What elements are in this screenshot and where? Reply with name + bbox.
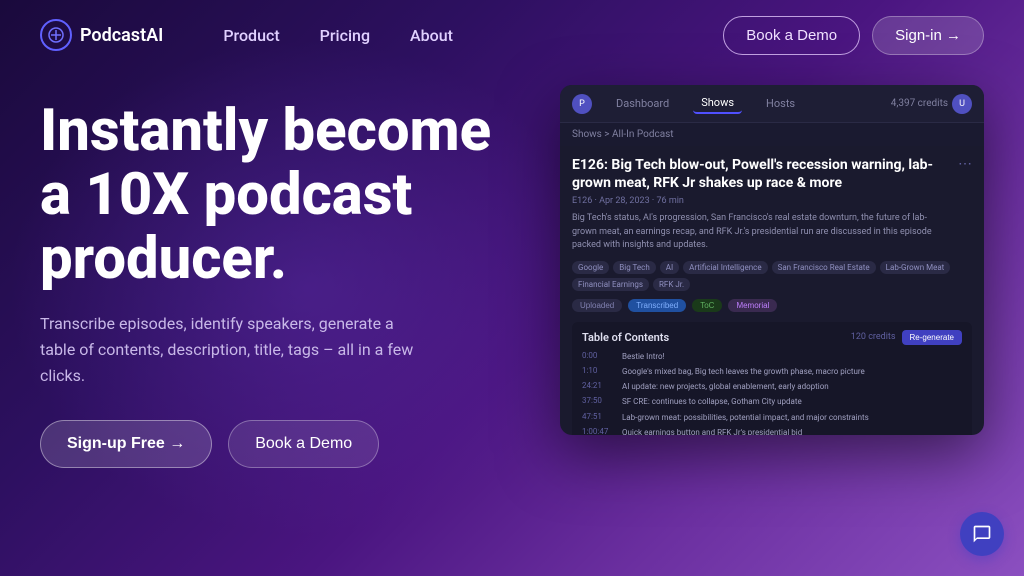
tag-artificial-intelligence: Artificial Intelligence [683,261,767,274]
toc-item-2: 1:10 Google's mixed bag, Big tech leaves… [582,366,962,377]
nav-book-demo-button[interactable]: Book a Demo [723,16,860,55]
toc-item-1: 0:00 Bestie Intro! [582,351,962,362]
nav-pricing[interactable]: Pricing [320,26,370,45]
hero-actions: Sign-up Free → Book a Demo [40,420,520,468]
hero-section: Instantly become a 10X podcast producer.… [40,90,520,468]
app-content: E126: Big Tech blow-out, Powell's recess… [560,146,984,435]
status-toc-button[interactable]: ToC [692,299,722,312]
episode-meta: E126 · Apr 28, 2023 · 76 min [572,196,950,206]
nav-product[interactable]: Product [223,26,279,45]
toc-meta: 120 credits Re-generate [851,330,962,345]
toc-items: 0:00 Bestie Intro! 1:10 Google's mixed b… [582,351,962,435]
logo-icon [40,19,72,51]
status-memorial-button[interactable]: Memorial [728,299,777,312]
app-topbar: P Dashboard Shows Hosts 4,397 credits U [560,85,984,123]
toc-item-4: 37:50 SF CRE: continues to collapse, Got… [582,396,962,407]
status-uploaded-button[interactable]: Uploaded [572,299,622,312]
logo[interactable]: PodcastAI [40,19,163,51]
credits-text: 4,397 credits [891,98,948,109]
status-row: Uploaded Transcribed ToC Memorial [572,299,972,312]
navigation: PodcastAI Product Pricing About Book a D… [0,0,1024,70]
chat-bubble[interactable] [960,512,1004,556]
logo-text: PodcastAI [80,25,163,46]
tag-google: Google [572,261,609,274]
signup-button[interactable]: Sign-up Free → [40,420,212,468]
toc-header: Table of Contents 120 credits Re-generat… [582,330,962,345]
episode-more-icon[interactable]: ⋯ [950,156,972,172]
nav-actions: Book a Demo Sign-in → [723,16,984,55]
nav-links: Product Pricing About [223,26,723,45]
episode-desc: Big Tech's status, AI's progression, San… [572,212,950,253]
app-tab-hosts[interactable]: Hosts [758,94,803,113]
hero-subtext: Transcribe episodes, identify speakers, … [40,311,420,388]
toc-title: Table of Contents [582,331,669,344]
episode-title: E126: Big Tech blow-out, Powell's recess… [572,156,950,192]
regenerate-button[interactable]: Re-generate [902,330,962,345]
status-transcribed-button[interactable]: Transcribed [628,299,686,312]
hero-book-demo-button[interactable]: Book a Demo [228,420,379,468]
tag-sf-realestate: San Francisco Real Estate [772,261,876,274]
app-breadcrumb: Shows > All-In Podcast [560,123,984,146]
toc-item-3: 24:21 AI update: new projects, global en… [582,381,962,392]
app-screenshot: P Dashboard Shows Hosts 4,397 credits U … [560,85,984,435]
toc-section: Table of Contents 120 credits Re-generat… [572,322,972,435]
app-logo-icon: P [572,94,592,114]
episode-tags: Google Big Tech AI Artificial Intelligen… [572,261,972,291]
nav-signin-button[interactable]: Sign-in → [872,16,984,55]
app-tab-dashboard[interactable]: Dashboard [608,94,677,113]
app-tabs: P Dashboard Shows Hosts [572,93,803,114]
tag-ai: AI [660,261,679,274]
nav-about[interactable]: About [410,26,453,45]
hero-headline: Instantly become a 10X podcast producer. [40,100,520,291]
toc-item-6: 1:00:47 Quick earnings button and RFK Jr… [582,427,962,435]
toc-item-5: 47:51 Lab-grown meat: possibilities, pot… [582,412,962,423]
app-tab-shows[interactable]: Shows [693,93,742,114]
user-avatar[interactable]: U [952,94,972,114]
tag-labgrown: Lab-Grown Meat [880,261,951,274]
tag-rfkjr: RFK Jr. [653,278,690,291]
tag-financial: Financial Earnings [572,278,649,291]
app-credits: 4,397 credits U [891,94,972,114]
toc-credits: 120 credits [851,332,896,342]
main-content: Instantly become a 10X podcast producer.… [0,70,1024,468]
tag-bigtech: Big Tech [613,261,655,274]
